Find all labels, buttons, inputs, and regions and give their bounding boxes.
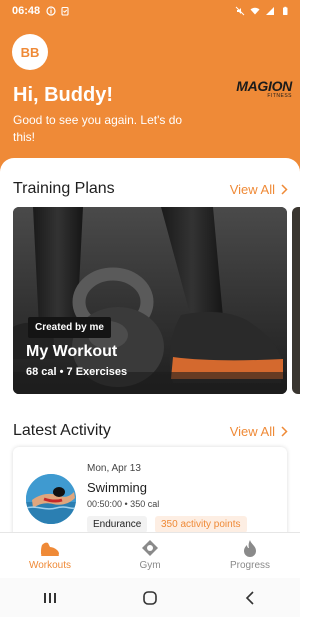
shoe-icon: [41, 542, 59, 556]
chevron-right-icon: [281, 425, 288, 437]
home-button[interactable]: [130, 583, 170, 613]
nav-label-gym: Gym: [139, 560, 161, 571]
activity-thumbnail: [26, 474, 76, 524]
view-all-label: View All: [229, 181, 275, 197]
nav-label-workouts: Workouts: [28, 560, 72, 571]
view-all-label: View All: [229, 423, 275, 439]
system-nav-bar: [0, 578, 300, 617]
recent-apps-icon: [44, 592, 56, 603]
activity-card[interactable]: Mon, Apr 13 Swimming 00:50:00 • 350 cal …: [13, 447, 287, 532]
activity-name: Swimming: [87, 480, 147, 495]
flame-icon: [244, 540, 256, 557]
nav-item-workouts[interactable]: Workouts: [0, 533, 100, 578]
created-by-me-badge: Created by me: [28, 317, 111, 338]
status-icons-right: [235, 6, 290, 16]
training-plans-view-all-link[interactable]: View All: [230, 182, 288, 197]
next-plan-card-peek[interactable]: [292, 207, 300, 394]
logo-brand-text: MAGION: [236, 78, 292, 94]
status-icons-left: [46, 6, 70, 16]
back-icon: [245, 590, 254, 605]
battery-icon: [283, 6, 288, 15]
activity-meta: 00:50:00 • 350 cal: [87, 499, 160, 509]
chevron-right-icon: [281, 183, 288, 195]
latest-activity-view-all-link[interactable]: View All: [230, 424, 288, 439]
training-plans-header: Training Plans View All: [13, 180, 288, 198]
wifi-icon: [250, 7, 260, 15]
latest-activity-header: Latest Activity View All: [13, 422, 288, 440]
main-content: Training Plans View All Created by me My…: [0, 158, 300, 532]
plan-card-title: My Workout: [26, 343, 118, 360]
bottom-nav: Workouts Gym Progress: [0, 532, 300, 578]
recent-apps-button[interactable]: [30, 583, 70, 613]
back-button[interactable]: [230, 583, 270, 613]
location-icon: [142, 540, 158, 556]
activity-date: Mon, Apr 13: [87, 463, 141, 474]
clipboard-icon: [61, 6, 69, 16]
greeting-title: Hi, Buddy!: [13, 84, 113, 106]
nav-item-gym[interactable]: Gym: [100, 533, 200, 578]
signal-icon: [266, 7, 274, 15]
avatar[interactable]: BB: [12, 34, 48, 70]
activity-type-tag: Endurance: [87, 516, 148, 532]
info-icon: [46, 6, 56, 16]
latest-activity-title: Latest Activity: [13, 422, 111, 439]
home-icon: [143, 590, 157, 605]
mute-icon: [235, 6, 245, 16]
activity-points-tag: 350 activity points: [155, 516, 247, 532]
nav-label-progress: Progress: [229, 560, 270, 571]
brand-logo: MAGION FITNESS: [226, 78, 292, 99]
header: BB Hi, Buddy! Good to see you again. Let…: [0, 22, 300, 172]
plan-card-meta: 68 cal • 7 Exercises: [26, 366, 128, 378]
status-bar: 06:48: [0, 0, 300, 22]
status-time: 06:48: [12, 5, 41, 17]
greeting-subtext: Good to see you again. Let's do this!: [13, 113, 183, 144]
nav-item-progress[interactable]: Progress: [200, 533, 300, 578]
training-plans-title: Training Plans: [13, 180, 115, 197]
